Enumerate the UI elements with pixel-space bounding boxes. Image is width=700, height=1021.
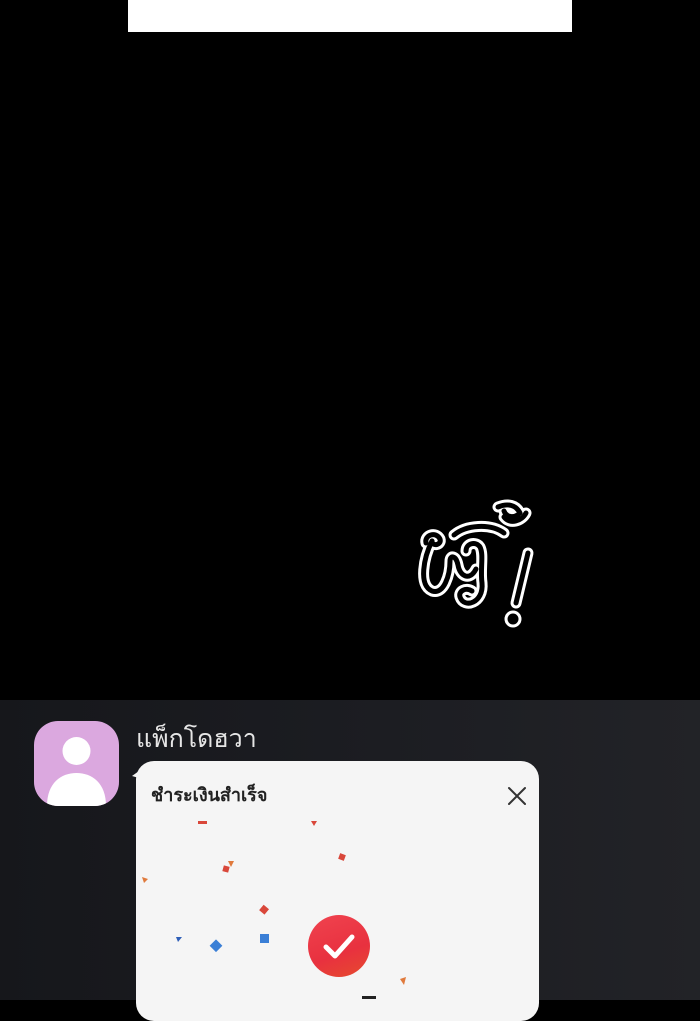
- confetti-decoration: [142, 821, 406, 985]
- check-circle-icon: [308, 915, 370, 977]
- sound-effect-text: [418, 499, 534, 628]
- payment-message-card[interactable]: ชำระเงินสำเร็จ: [136, 761, 539, 1021]
- chat-area: แพ็กโดฮวา ชำระเงินสำเร็จ: [0, 700, 700, 1021]
- comic-panel-black: [0, 32, 700, 700]
- avatar[interactable]: [34, 721, 119, 806]
- user-silhouette-icon: [47, 737, 106, 806]
- comic-panel-top: [128, 0, 572, 32]
- sender-name: แพ็กโดฮวา: [136, 724, 257, 753]
- cropped-text-fragment: [362, 996, 376, 999]
